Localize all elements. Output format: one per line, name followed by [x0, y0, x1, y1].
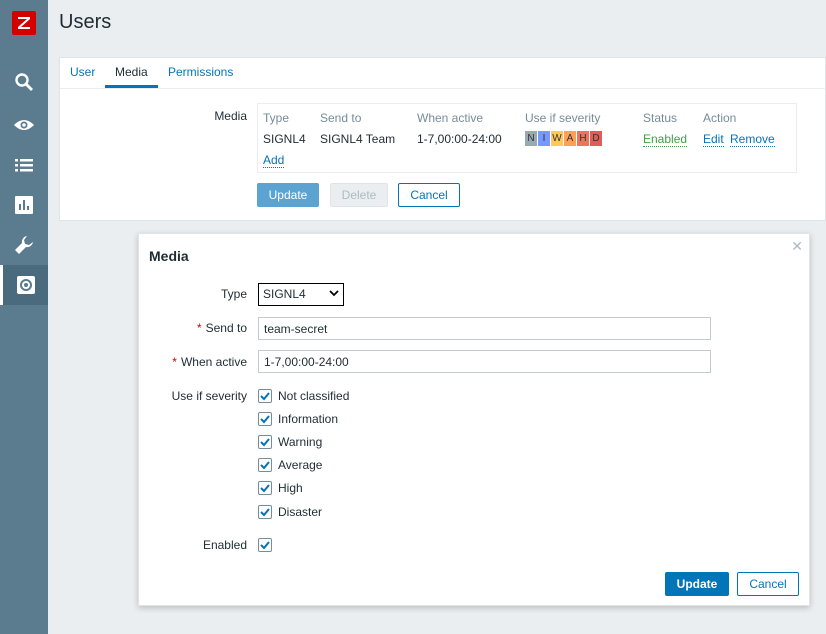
user-form-card: User Media Permissions Media Type Send t…	[59, 57, 826, 221]
col-severity: Use if severity	[525, 111, 601, 125]
severity-indicators: N I W A H D	[525, 131, 603, 146]
sidebar-gear-icon[interactable]	[0, 265, 48, 305]
delete-button[interactable]: Delete	[330, 183, 388, 207]
sidebar-eye-icon[interactable]	[0, 105, 48, 145]
sidebar-search-icon[interactable]	[0, 62, 48, 102]
col-status: Status	[643, 111, 678, 125]
sidebar-wrench-icon[interactable]	[0, 225, 48, 265]
media-field-label: Media	[214, 109, 247, 123]
close-icon[interactable]: ✕	[791, 238, 803, 255]
severity-information[interactable]: Information	[258, 411, 338, 427]
when-active-label: * When active	[149, 355, 247, 369]
row-type: SIGNL4	[263, 132, 306, 146]
severity-warning[interactable]: Warning	[258, 434, 322, 450]
col-type: Type	[263, 111, 290, 125]
send-to-label-text: Send to	[205, 321, 247, 335]
required-marker: *	[196, 321, 202, 335]
severity-option-label: Warning	[278, 435, 323, 449]
logo-z-icon	[18, 17, 30, 29]
dialog-update-button[interactable]: Update	[665, 572, 729, 596]
tab-user[interactable]: User	[70, 65, 95, 85]
when-active-label-text: When active	[180, 355, 247, 369]
page-title: Users	[59, 11, 112, 33]
severity-not-classified[interactable]: Not classified	[258, 388, 349, 404]
severity-w: W	[551, 131, 563, 146]
severity-option-label: Not classified	[278, 389, 350, 403]
severity-n: N	[525, 131, 537, 146]
severity-d: D	[590, 131, 602, 146]
severity-h: H	[577, 131, 589, 146]
remove-link[interactable]: Remove	[730, 132, 775, 147]
zabbix-logo[interactable]	[12, 11, 36, 35]
tab-media[interactable]: Media	[105, 65, 158, 88]
required-marker: *	[172, 355, 177, 369]
checkbox-checked-icon[interactable]	[258, 538, 272, 552]
severity-i: I	[538, 131, 550, 146]
checkbox-checked-icon[interactable]	[258, 458, 272, 472]
col-send-to: Send to	[320, 111, 362, 125]
checkbox-checked-icon[interactable]	[258, 481, 272, 495]
severity-option-label: Information	[278, 412, 339, 426]
tab-bar: User Media Permissions	[60, 58, 826, 89]
tab-permissions[interactable]: Permissions	[168, 65, 233, 85]
checkbox-checked-icon[interactable]	[258, 412, 272, 426]
send-to-input[interactable]	[258, 317, 711, 340]
sidebar-chart-icon[interactable]	[0, 185, 48, 225]
type-select-value: SIGNL4	[263, 287, 306, 301]
media-dialog: Media ✕ Type SIGNL4 *Send to *When activ…	[138, 233, 810, 606]
edit-link[interactable]: Edit	[703, 132, 724, 147]
enabled-label: Enabled	[202, 538, 247, 552]
col-action: Action	[703, 111, 737, 125]
sidebar	[0, 0, 48, 634]
severity-disaster[interactable]: Disaster	[258, 504, 322, 520]
checkbox-checked-icon[interactable]	[258, 435, 272, 449]
enabled-checkbox[interactable]	[258, 537, 278, 553]
chevron-down-icon	[329, 287, 339, 302]
type-label: Type	[220, 287, 247, 301]
severity-a: A	[564, 131, 576, 146]
when-active-input[interactable]	[258, 350, 711, 373]
sidebar-list-icon[interactable]	[0, 145, 48, 185]
cancel-button[interactable]: Cancel	[398, 183, 460, 207]
severity-option-label: High	[278, 481, 303, 495]
row-send-to: SIGNL4 Team	[320, 132, 396, 146]
add-media-link[interactable]: Add	[263, 153, 285, 168]
update-button[interactable]: Update	[257, 183, 319, 207]
row-when-active: 1-7,00:00-24:00	[417, 132, 502, 146]
status-toggle[interactable]: Enabled	[643, 132, 688, 147]
dialog-title: Media	[149, 248, 189, 264]
dialog-cancel-button[interactable]: Cancel	[737, 572, 799, 596]
severity-label: Use if severity	[171, 389, 247, 403]
severity-option-label: Average	[278, 458, 323, 472]
severity-high[interactable]: High	[258, 480, 303, 496]
media-table: Type Send to When active Use if severity…	[257, 103, 797, 173]
type-select[interactable]: SIGNL4	[258, 283, 344, 306]
checkbox-checked-icon[interactable]	[258, 389, 272, 403]
severity-option-label: Disaster	[278, 505, 323, 519]
send-to-label: * Send to	[149, 321, 247, 335]
checkbox-checked-icon[interactable]	[258, 505, 272, 519]
col-when-active: When active	[417, 111, 484, 125]
severity-average[interactable]: Average	[258, 457, 322, 473]
